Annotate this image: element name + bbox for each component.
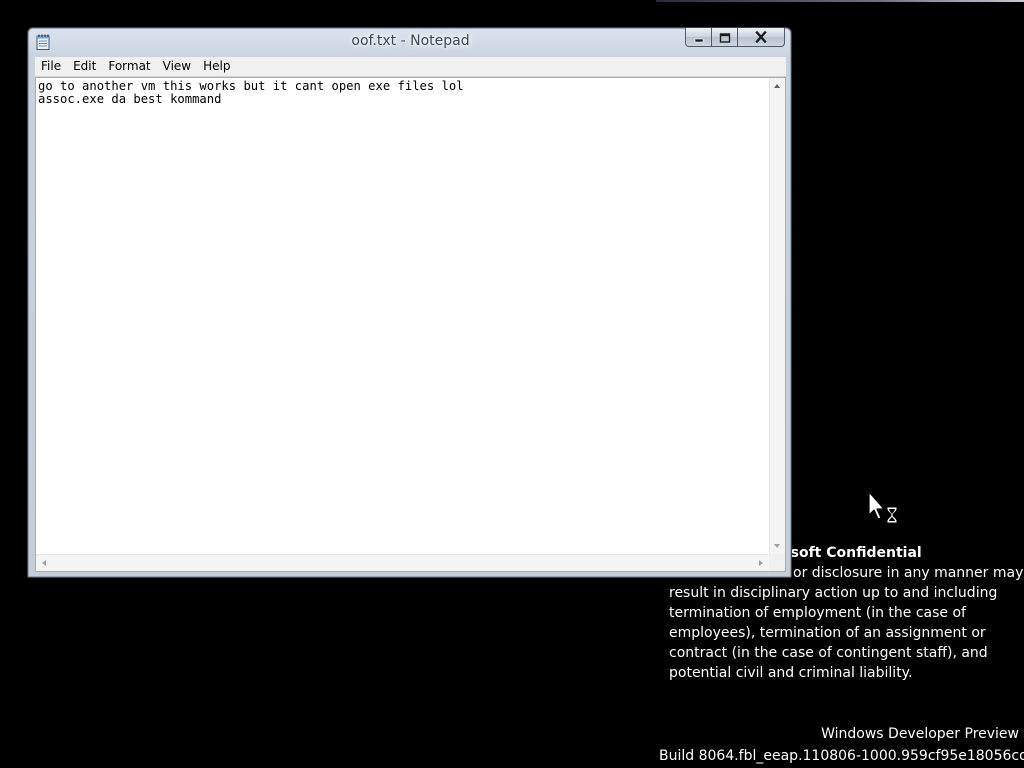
top-edge-strip	[656, 0, 1024, 2]
menu-help[interactable]: Help	[197, 57, 236, 76]
menu-format[interactable]: Format	[102, 57, 156, 76]
build-number-label: Build 8064.fbl_eeap.110806-1000.959cf95e…	[659, 748, 1024, 764]
confidential-line: employees), termination of an assignment…	[669, 625, 986, 641]
text-editor[interactable]: go to another vm this works but it cant …	[35, 77, 786, 572]
desktop: osoft Confidential or disclosure in any …	[0, 0, 1024, 768]
editor-text[interactable]: go to another vm this works but it cant …	[38, 80, 768, 550]
menu-view[interactable]: View	[157, 57, 197, 76]
minimize-button[interactable]	[685, 28, 712, 47]
editor-line: assoc.exe da best kommand	[38, 92, 222, 106]
maximize-icon	[719, 28, 731, 47]
busy-pointer-icon	[868, 491, 902, 525]
size-grip[interactable]	[769, 554, 785, 571]
scroll-right-icon[interactable]	[759, 560, 763, 566]
caption-buttons	[685, 28, 785, 48]
menu-bar: File Edit Format View Help	[35, 57, 786, 77]
minimize-icon	[693, 28, 705, 47]
horizontal-scrollbar[interactable]	[36, 554, 769, 571]
title-bar[interactable]: oof.txt - Notepad	[28, 28, 791, 56]
menu-file[interactable]: File	[35, 57, 67, 76]
window-title: oof.txt - Notepad	[351, 33, 470, 49]
scroll-down-icon[interactable]	[774, 544, 780, 548]
confidential-line: termination of employment (in the case o…	[669, 605, 966, 621]
close-button[interactable]	[738, 28, 785, 47]
confidential-line: result in disciplinary action up to and …	[669, 585, 998, 601]
confidential-line: contract (in the case of contingent staf…	[669, 645, 988, 661]
scroll-left-icon[interactable]	[42, 560, 46, 566]
notepad-window[interactable]: oof.txt - Notepad File Edit Format View …	[27, 27, 792, 578]
confidential-line: potential civil and criminal liability.	[669, 665, 913, 681]
vertical-scrollbar[interactable]	[769, 78, 785, 554]
close-icon	[754, 28, 768, 47]
scroll-up-icon[interactable]	[774, 84, 780, 88]
windows-edition-label: Windows Developer Preview	[821, 726, 1019, 742]
menu-edit[interactable]: Edit	[67, 57, 102, 76]
maximize-button[interactable]	[712, 28, 738, 47]
